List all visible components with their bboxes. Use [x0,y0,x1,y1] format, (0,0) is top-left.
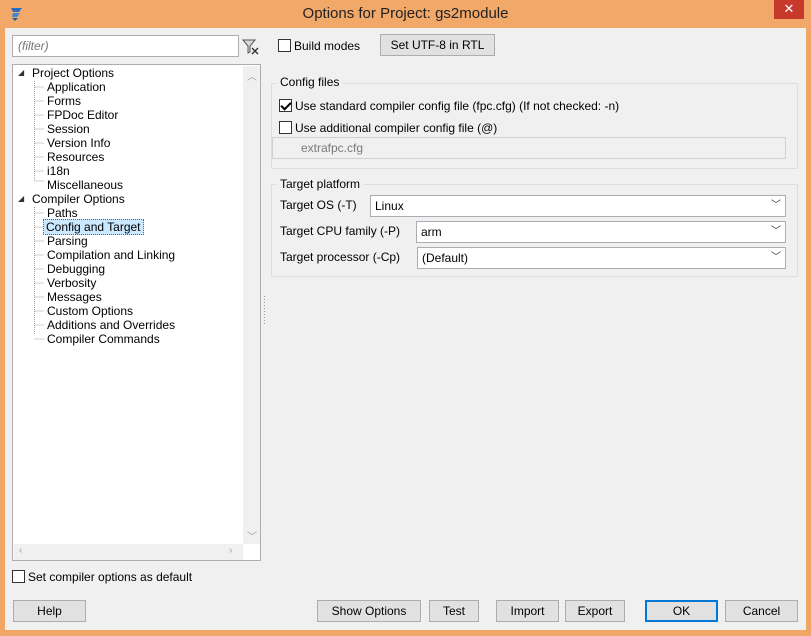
additional-config-checkbox[interactable] [279,121,292,135]
set-default-label: Set compiler options as default [28,569,193,584]
target-os-select[interactable]: Linux ﹀ [370,195,786,217]
target-cpu-select[interactable]: arm ﹀ [416,221,786,243]
options-window: Options for Project: gs2module ✕ ◢ Proje… [0,0,811,636]
tree-item-parsing[interactable]: Parsing [45,234,90,248]
target-os-value: Linux [375,199,404,213]
chevron-down-icon: ﹀ [771,200,781,211]
target-processor-value: (Default) [422,251,469,265]
test-button[interactable]: Test [429,600,479,622]
additional-config-row[interactable]: Use additional compiler config file (@) [279,120,497,135]
cancel-button[interactable]: Cancel [725,600,798,622]
tree-item-application[interactable]: Application [45,80,108,94]
set-utf8-button[interactable]: Set UTF-8 in RTL [380,34,495,56]
build-modes-row[interactable]: Build modes [278,38,360,53]
standard-config-label: Use standard compiler config file (fpc.c… [295,98,620,113]
standard-config-checkbox[interactable] [279,99,292,113]
tree-item-config-and-target[interactable]: Config and Target [43,219,144,235]
tree-item-paths[interactable]: Paths [45,206,80,220]
tree-item-i18n[interactable]: i18n [45,164,72,178]
tree-item-forms[interactable]: Forms [45,94,83,108]
ok-button[interactable]: OK [645,600,718,622]
tree-item-resources[interactable]: Resources [45,150,106,164]
tree-item-session[interactable]: Session [45,122,92,136]
close-button[interactable]: ✕ [774,0,804,19]
options-tree[interactable]: ◢ Project Options Application Forms FPDo… [12,64,261,561]
scroll-up-icon[interactable]: ︿ [247,68,257,83]
chevron-down-icon: ﹀ [771,252,781,263]
build-modes-checkbox[interactable] [278,39,291,53]
filter-input[interactable] [12,35,239,57]
tree-item-version-info[interactable]: Version Info [45,136,112,150]
tree-item-compiler-commands[interactable]: Compiler Commands [45,332,162,346]
tree-item-project-options[interactable]: Project Options [30,66,116,80]
scroll-left-icon[interactable]: ‹ [19,545,22,556]
tree-vertical-scrollbar[interactable]: ︿ ﹀ [243,66,260,544]
standard-config-row[interactable]: Use standard compiler config file (fpc.c… [279,98,619,113]
additional-config-field[interactable]: extrafpc.cfg [272,137,786,159]
scroll-down-icon[interactable]: ﹀ [247,528,257,543]
title-bar: Options for Project: gs2module ✕ [0,0,811,28]
collapse-compiler-options-icon[interactable]: ◢ [18,192,24,206]
target-processor-select[interactable]: (Default) ﹀ [417,247,786,269]
tree-item-miscellaneous[interactable]: Miscellaneous [45,178,125,192]
chevron-down-icon: ﹀ [771,226,781,237]
set-default-checkbox[interactable] [12,570,25,584]
dialog-client-area: ◢ Project Options Application Forms FPDo… [5,28,806,630]
tree-item-verbosity[interactable]: Verbosity [45,276,98,290]
tree-item-compilation-and-linking[interactable]: Compilation and Linking [45,248,177,262]
build-modes-label: Build modes [294,38,361,53]
scroll-right-icon[interactable]: › [229,545,232,556]
tree-item-custom-options[interactable]: Custom Options [45,304,135,318]
target-cpu-value: arm [421,225,442,239]
target-platform-title: Target platform [276,177,365,191]
tree-item-compiler-options[interactable]: Compiler Options [30,192,127,206]
tree-item-debugging[interactable]: Debugging [45,262,107,276]
target-os-label: Target OS (-T) [280,198,357,212]
tree-item-messages[interactable]: Messages [45,290,104,304]
tree-item-fpdoc-editor[interactable]: FPDoc Editor [45,108,120,122]
export-button[interactable]: Export [565,600,625,622]
show-options-button[interactable]: Show Options [317,600,421,622]
target-cpu-label: Target CPU family (-P) [280,224,401,238]
config-files-title: Config files [276,75,344,89]
collapse-project-options-icon[interactable]: ◢ [18,66,24,80]
set-default-checkbox-row[interactable]: Set compiler options as default [12,569,192,585]
clear-filter-icon[interactable] [240,35,260,57]
splitter-grip-icon[interactable] [263,296,266,326]
window-title: Options for Project: gs2module [302,5,509,22]
target-processor-label: Target processor (-Cp) [280,250,401,264]
import-button[interactable]: Import [496,600,559,622]
tree-item-additions-and-overrides[interactable]: Additions and Overrides [45,318,177,332]
help-button[interactable]: Help [13,600,86,622]
additional-config-label: Use additional compiler config file (@) [295,120,498,135]
tree-horizontal-scrollbar[interactable]: ‹ › [14,544,243,560]
